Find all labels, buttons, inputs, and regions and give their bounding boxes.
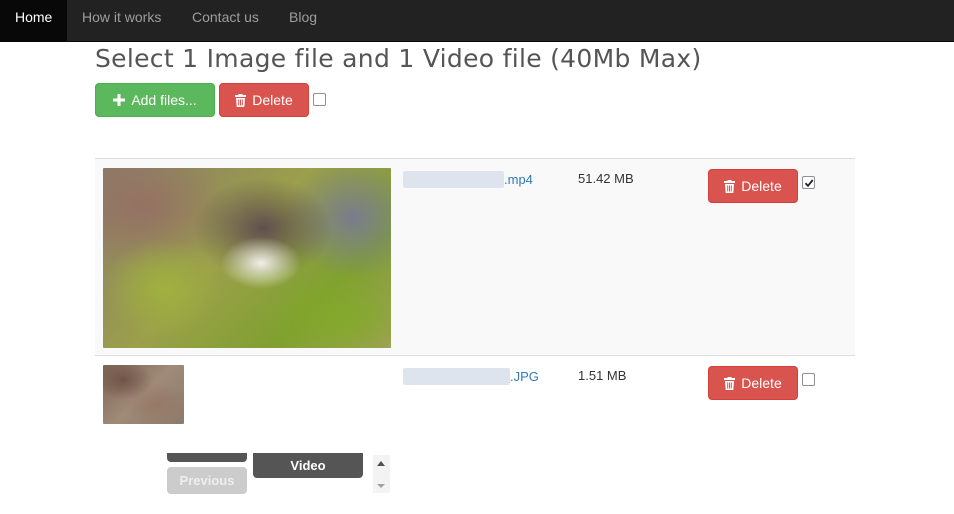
page-title: Select 1 Image file and 1 Video file (40… xyxy=(95,44,702,73)
plus-icon xyxy=(113,94,126,106)
nav-how-it-works[interactable]: How it works xyxy=(82,0,161,42)
file-select-checkbox[interactable] xyxy=(802,176,815,189)
delete-selected-label: Delete xyxy=(252,92,293,108)
delete-file-button[interactable]: Delete xyxy=(708,366,798,400)
trash-icon xyxy=(724,376,736,390)
scroll-down-icon[interactable] xyxy=(377,484,385,488)
add-files-button[interactable]: Add files... xyxy=(95,83,215,117)
video-type-button[interactable]: Video xyxy=(253,453,363,478)
file-size: 1.51 MB xyxy=(578,368,627,383)
image-thumbnail[interactable] xyxy=(103,365,184,424)
nav-contact-us[interactable]: Contact us xyxy=(192,0,259,42)
file-name-link[interactable]: .JPG xyxy=(403,367,539,385)
file-extension: .JPG xyxy=(510,368,539,384)
video-thumbnail[interactable] xyxy=(103,168,391,348)
file-extension: .mp4 xyxy=(504,171,533,187)
delete-file-button[interactable]: Delete xyxy=(708,169,798,203)
add-files-label: Add files... xyxy=(131,92,197,108)
trash-icon xyxy=(235,93,247,107)
table-row: .JPG 1.51 MB Delete xyxy=(95,355,855,438)
table-row: .mp4 51.42 MB Delete xyxy=(95,158,855,355)
trash-icon xyxy=(724,179,736,193)
scrollbar[interactable] xyxy=(373,455,390,493)
file-select-checkbox[interactable] xyxy=(802,373,815,386)
delete-selected-button[interactable]: Delete xyxy=(219,83,309,117)
files-table: .mp4 51.42 MB Delete .JPG 1.51 MB Delete xyxy=(95,158,855,438)
file-name-redacted xyxy=(403,367,510,385)
option-pill-above[interactable] xyxy=(167,453,247,462)
select-all-checkbox[interactable] xyxy=(313,93,326,106)
delete-file-label: Delete xyxy=(741,375,782,391)
navbar: Home How it works Contact us Blog xyxy=(0,0,954,42)
previous-button[interactable]: Previous xyxy=(167,467,247,494)
nav-blog[interactable]: Blog xyxy=(289,0,317,42)
file-name-redacted xyxy=(403,170,504,188)
file-name-link[interactable]: .mp4 xyxy=(403,170,533,188)
scroll-up-icon[interactable] xyxy=(377,461,385,466)
nav-home[interactable]: Home xyxy=(0,0,67,42)
checkmark-icon xyxy=(804,178,813,187)
file-size: 51.42 MB xyxy=(578,171,634,186)
delete-file-label: Delete xyxy=(741,178,782,194)
